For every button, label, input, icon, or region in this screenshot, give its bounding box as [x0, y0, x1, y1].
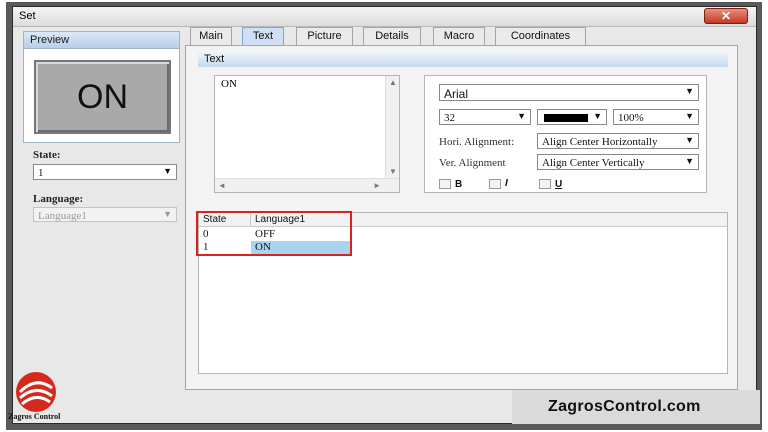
tab-details[interactable]: Details: [363, 27, 421, 45]
scroll-right-icon[interactable]: ►: [373, 181, 381, 190]
tab-main[interactable]: Main: [190, 27, 232, 45]
hori-alignment-select[interactable]: Align Center Horizontally ▼: [537, 133, 699, 149]
italic-label: I: [505, 178, 508, 189]
ver-alignment-label: Ver. Alignment: [439, 157, 506, 169]
text-content-input[interactable]: ON ▲ ▼ ◄ ►: [214, 75, 400, 193]
bold-label: B: [455, 179, 463, 190]
close-button[interactable]: ✕: [704, 8, 748, 24]
font-size-select[interactable]: 32 ▼: [439, 109, 531, 125]
preview-button: ON: [34, 60, 171, 134]
scroll-up-icon[interactable]: ▲: [389, 78, 397, 87]
underline-label: U: [555, 179, 563, 190]
horizontal-scrollbar[interactable]: ◄ ►: [215, 178, 399, 192]
italic-checkbox[interactable]: [489, 179, 501, 189]
language-select[interactable]: Language1 ▼: [33, 207, 177, 222]
state-select[interactable]: 1 ▼: [33, 164, 177, 180]
scale-select[interactable]: 100% ▼: [613, 109, 699, 125]
hori-alignment-label: Hori. Alignment:: [439, 136, 515, 148]
hori-alignment-value: Align Center Horizontally: [542, 136, 658, 148]
state-value: 1: [38, 167, 44, 179]
state-label: State:: [33, 149, 61, 161]
font-color-swatch: [544, 114, 588, 122]
scroll-down-icon[interactable]: ▼: [389, 167, 397, 176]
vertical-scrollbar[interactable]: ▲ ▼: [385, 76, 399, 192]
ver-alignment-value: Align Center Vertically: [542, 157, 645, 169]
font-name-value: Arial: [444, 87, 469, 101]
window-title: Set: [19, 10, 36, 22]
font-size-value: 32: [444, 112, 455, 124]
table-highlight-box: [196, 211, 352, 256]
text-content-value: ON: [221, 78, 237, 90]
tab-macro[interactable]: Macro: [433, 27, 485, 45]
brand-name: ZagrosControl.com: [548, 398, 701, 415]
chevron-down-icon: ▼: [685, 86, 694, 96]
font-settings-box: Arial ▼ 32 ▼ ▼ 100% ▼ Hori. Alignment: A…: [424, 75, 707, 193]
chevron-down-icon: ▼: [517, 111, 526, 121]
font-name-select[interactable]: Arial ▼: [439, 84, 699, 101]
tab-text[interactable]: Text: [242, 27, 284, 45]
language-value: Language1: [38, 210, 87, 222]
bold-checkbox[interactable]: [439, 179, 451, 189]
chevron-down-icon: ▼: [163, 209, 172, 219]
chevron-down-icon: ▼: [163, 166, 172, 176]
scale-value: 100%: [618, 112, 644, 124]
language-label: Language:: [33, 193, 84, 205]
logo-text: Zagros Control: [8, 412, 61, 421]
preview-panel: Preview ON: [23, 31, 180, 143]
underline-checkbox[interactable]: [539, 179, 551, 189]
scroll-left-icon[interactable]: ◄: [218, 181, 226, 190]
chevron-down-icon: ▼: [685, 156, 694, 166]
close-icon: ✕: [720, 9, 732, 23]
chevron-down-icon: ▼: [685, 135, 694, 145]
preview-header: Preview: [24, 32, 179, 49]
chevron-down-icon: ▼: [685, 111, 694, 121]
title-bar: Set ✕: [13, 7, 756, 27]
tab-picture[interactable]: Picture: [296, 27, 353, 45]
ver-alignment-select[interactable]: Align Center Vertically ▼: [537, 154, 699, 170]
font-color-select[interactable]: ▼: [537, 109, 607, 125]
text-group-header: Text: [198, 52, 728, 67]
tab-coordinates[interactable]: Coordinates: [495, 27, 586, 45]
chevron-down-icon: ▼: [593, 111, 602, 121]
